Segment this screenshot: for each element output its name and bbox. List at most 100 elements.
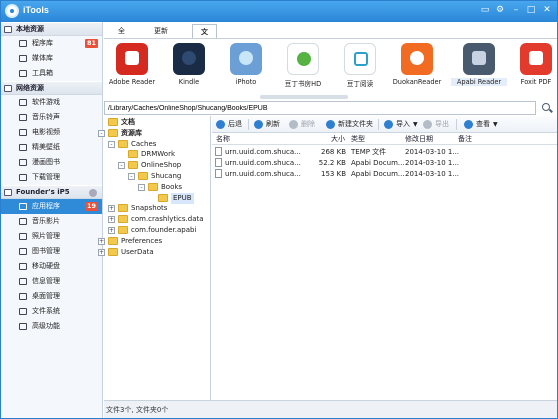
app-item[interactable]: 豆丁阅读 — [332, 43, 388, 88]
sidebar-item[interactable]: 移动硬盘 — [0, 259, 102, 274]
device-icon[interactable] — [89, 189, 97, 197]
tab-updates[interactable]: 更新(19) — [146, 24, 176, 49]
new-folder-button[interactable]: 新建文件夹 — [326, 119, 373, 130]
tree-node-label: DRMWork — [141, 150, 176, 159]
sidebar-item[interactable]: 程序库 81 — [0, 36, 102, 51]
maximize-button[interactable]: □ — [524, 3, 538, 17]
message-icon[interactable]: ▭ — [478, 3, 492, 17]
section-title: Founder's iP5 — [16, 188, 70, 196]
status-bar: 文件3个, 文件夹0个 — [104, 400, 558, 419]
sidebar-item-icon — [19, 129, 27, 136]
import-button[interactable]: 导入 ▼ — [384, 119, 418, 130]
search-icon[interactable] — [540, 101, 554, 115]
sidebar-item[interactable]: 高级功能 — [0, 319, 102, 334]
section-device-header[interactable]: Founder's iP5 — [0, 185, 102, 199]
collapse-icon[interactable]: - — [138, 183, 145, 191]
folder-icon — [128, 150, 138, 159]
settings-icon[interactable]: ⚙ — [493, 3, 507, 17]
tab-all[interactable]: 全部 — [110, 24, 133, 49]
back-button[interactable]: 后退 — [216, 119, 242, 130]
sidebar-item[interactable]: 软件游戏 — [0, 95, 102, 110]
path-input[interactable] — [104, 101, 536, 115]
app-item[interactable]: iPhoto — [218, 43, 274, 86]
sidebar-item[interactable]: 照片管理 — [0, 229, 102, 244]
sidebar-item[interactable]: 精美壁纸 — [0, 140, 102, 155]
collapse-icon[interactable]: - — [128, 173, 135, 180]
apabi-icon — [463, 43, 495, 75]
sidebar-item-label: 信息管理 — [32, 277, 60, 285]
app-item[interactable]: 豆丁书房HD — [275, 43, 331, 88]
expand-icon[interactable]: + — [108, 205, 115, 213]
kindle-icon — [173, 43, 205, 75]
folder-icon — [138, 172, 148, 180]
refresh-button[interactable]: 刷新 — [254, 119, 280, 130]
minimize-button[interactable]: – — [509, 3, 523, 17]
close-button[interactable]: ✕ — [540, 3, 554, 17]
tree-node-label: Caches — [131, 139, 157, 148]
expand-icon[interactable]: + — [98, 248, 105, 256]
section-title: 本地资源 — [16, 25, 44, 33]
app-item[interactable]: Foxit PDF — [508, 43, 558, 86]
sidebar-item-label: 图书管理 — [32, 247, 60, 255]
file-row[interactable]: urn.uuid.com.shuca... 268 KB TEMP 文件 2014-0… — [212, 147, 558, 158]
tree-node-label: 文档 — [121, 118, 135, 126]
app-item[interactable]: DuokanReader — [389, 43, 445, 86]
section-network-header[interactable]: 网络资源 — [0, 81, 102, 95]
app-item[interactable]: Apabi Reader — [451, 43, 507, 86]
column-size[interactable]: 大小 — [331, 134, 345, 145]
collapse-icon[interactable]: - — [118, 162, 125, 170]
sidebar-item[interactable]: 桌面管理 — [0, 289, 102, 304]
sidebar-item-icon — [19, 55, 27, 62]
sidebar-item[interactable]: 图书管理 — [0, 244, 102, 259]
sidebar-item-icon — [19, 278, 27, 285]
tab-file-sharing[interactable]: 文件共享 — [192, 24, 217, 78]
sidebar-item[interactable]: 工具箱 — [0, 66, 102, 81]
file-row[interactable]: urn.uuid.com.shuca... 52.2 KB Apabi Docum.… — [212, 158, 558, 169]
file-row[interactable]: urn.uuid.com.shuca... 153 KB Apabi Docum..… — [212, 169, 558, 180]
section-local-header[interactable]: 本地资源 — [0, 22, 102, 36]
sidebar-item[interactable]: 媒体库 — [0, 51, 102, 66]
collapse-icon[interactable]: - — [108, 140, 115, 148]
title-bar: iTools ▭ ⚙ – □ ✕ — [0, 0, 558, 22]
column-note[interactable]: 备注 — [458, 134, 472, 145]
view-button[interactable]: 查看 ▼ — [464, 119, 498, 130]
sidebar-item[interactable]: 下载管理 — [0, 170, 102, 185]
sidebar-item[interactable]: 文件系统 — [0, 304, 102, 319]
file-name: urn.uuid.com.shuca... — [225, 148, 301, 156]
delete-button[interactable]: 删除 — [289, 119, 315, 130]
sidebar-item-label: 下载管理 — [32, 173, 60, 181]
app-label: Kindle — [178, 78, 200, 86]
app-item[interactable]: Kindle — [161, 43, 217, 86]
column-type[interactable]: 类型 — [351, 134, 365, 145]
expand-icon[interactable]: + — [108, 216, 115, 224]
sidebar-item-icon — [19, 174, 27, 181]
app-item[interactable]: Adobe Reader — [104, 43, 160, 86]
file-list-header: 名称 大小 类型 修改日期 备注 — [212, 134, 558, 145]
sidebar-item-icon — [19, 159, 27, 166]
sidebar-item-label: 电影视频 — [32, 128, 60, 136]
sidebar-item-icon — [19, 248, 27, 255]
sidebar-item[interactable]: 应用程序 19 — [0, 199, 102, 214]
sidebar-item[interactable]: 音乐铃声 — [0, 110, 102, 125]
column-name[interactable]: 名称 — [216, 134, 230, 145]
app-label: DuokanReader — [392, 78, 442, 86]
app-label: Apabi Reader — [451, 78, 507, 86]
export-button[interactable]: 导出 — [423, 119, 449, 130]
file-type: TEMP 文件 — [351, 148, 387, 156]
file-modified: 2014-03-10 1... — [405, 148, 460, 156]
expand-icon[interactable]: + — [108, 227, 115, 234]
app-strip-scrollbar[interactable] — [260, 95, 348, 99]
tree-node-label: UserData — [121, 247, 154, 256]
collapse-icon[interactable]: - — [98, 129, 105, 137]
section-title: 网络资源 — [16, 84, 44, 92]
column-modified[interactable]: 修改日期 — [405, 134, 433, 145]
sidebar-item-label: 移动硬盘 — [32, 262, 60, 270]
folder-icon — [118, 215, 128, 224]
sidebar-item[interactable]: 音乐影片 — [0, 214, 102, 229]
count-badge: 19 — [84, 202, 98, 211]
sidebar-item[interactable]: 信息管理 — [0, 274, 102, 289]
sidebar-item[interactable]: 漫画图书 — [0, 155, 102, 170]
sidebar-item[interactable]: 电影视频 — [0, 125, 102, 140]
file-size: 52.2 KB — [318, 159, 346, 167]
expand-icon[interactable]: + — [98, 237, 105, 245]
